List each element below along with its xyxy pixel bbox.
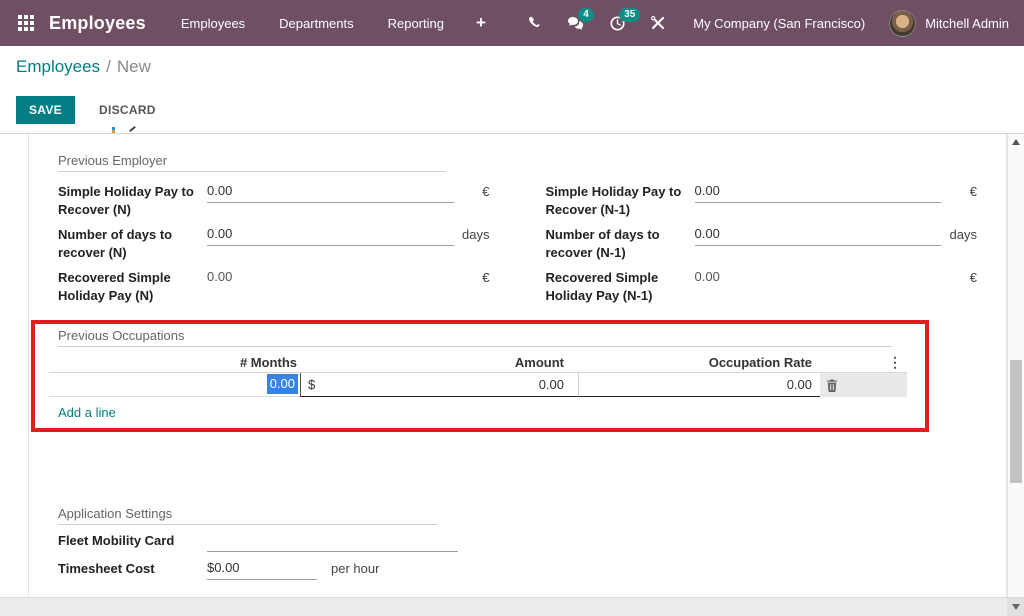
menu-employees[interactable]: Employees <box>164 2 262 45</box>
application-settings-fields: Fleet Mobility Card Timesheet Cost $0.00… <box>58 532 977 588</box>
days-to-recover-n1-input[interactable]: 0.00 <box>695 226 942 246</box>
field-label: Recovered Simple Holiday Pay (N-1) <box>546 269 695 304</box>
field-label: Fleet Mobility Card <box>58 532 207 548</box>
previous-occupations-table: # Months Amount Occupation Rate ⋮ 0.00 $… <box>49 352 907 397</box>
section-title-previous-employer: Previous Employer <box>58 153 977 168</box>
trash-icon <box>826 379 838 392</box>
amount-value: 0.00 <box>539 377 564 392</box>
field-row: Recovered Simple Holiday Pay (N-1) 0.00 … <box>546 269 978 312</box>
user-name: Mitchell Admin <box>925 16 1009 31</box>
fleet-mobility-card-input[interactable] <box>207 532 458 552</box>
section-title-application-settings: Application Settings <box>58 506 977 521</box>
vertical-scrollbar[interactable] <box>1007 134 1024 597</box>
activities-icon[interactable]: 35 <box>608 14 626 32</box>
breadcrumb-employees[interactable]: Employees <box>16 57 100 77</box>
messages-icon[interactable]: 4 <box>567 14 585 32</box>
field-label: Number of days to recover (N-1) <box>546 226 695 261</box>
currency-suffix: € <box>941 269 977 285</box>
field-label: Timesheet Cost <box>58 560 207 576</box>
recovered-pay-n1-value: 0.00 <box>695 269 942 289</box>
breadcrumb: Employees / New <box>0 46 1024 88</box>
timesheet-cost-input[interactable]: $0.00 <box>207 560 317 580</box>
unit-suffix: days <box>454 226 490 242</box>
field-row: Fleet Mobility Card <box>58 532 977 560</box>
currency-suffix: € <box>454 183 490 199</box>
previous-employer-left-col: Simple Holiday Pay to Recover (N) 0.00 €… <box>58 183 490 312</box>
phone-icon[interactable] <box>526 14 544 32</box>
scroll-up-icon[interactable] <box>1012 139 1020 145</box>
table-row: 0.00 $ 0.00 0.00 <box>49 373 907 397</box>
unit-suffix: per hour <box>331 560 977 576</box>
field-row: Timesheet Cost $0.00 per hour <box>58 560 977 588</box>
column-header-months[interactable]: # Months <box>49 355 300 370</box>
user-menu[interactable]: Mitchell Admin <box>889 10 1024 37</box>
company-switcher[interactable]: My Company (San Francisco) <box>693 16 865 31</box>
field-row: Number of days to recover (N-1) 0.00 day… <box>546 226 978 269</box>
simple-holiday-pay-n-input[interactable]: 0.00 <box>207 183 454 203</box>
field-label: Number of days to recover (N) <box>58 226 207 261</box>
field-row: Simple Holiday Pay to Recover (N-1) 0.00… <box>546 183 978 226</box>
field-label: Simple Holiday Pay to Recover (N) <box>58 183 207 218</box>
currency-suffix: € <box>941 183 977 199</box>
selected-text: 0.00 <box>267 374 298 394</box>
breadcrumb-separator: / <box>106 57 111 77</box>
field-label: Recovered Simple Holiday Pay (N) <box>58 269 207 304</box>
section-title-previous-occupations: Previous Occupations <box>58 328 925 343</box>
messages-badge: 4 <box>578 8 594 22</box>
amount-cell[interactable]: $ 0.00 <box>300 373 578 397</box>
previous-employer-right-col: Simple Holiday Pay to Recover (N-1) 0.00… <box>546 183 978 312</box>
field-row: Number of days to recover (N) 0.00 days <box>58 226 490 269</box>
previous-employer-fields: Simple Holiday Pay to Recover (N) 0.00 €… <box>58 183 977 312</box>
form-action-bar: SAVE DISCARD <box>0 92 1024 128</box>
column-header-amount[interactable]: Amount <box>300 355 578 370</box>
field-row: Simple Holiday Pay to Recover (N) 0.00 € <box>58 183 490 226</box>
days-to-recover-n-input[interactable]: 0.00 <box>207 226 454 246</box>
currency-suffix: € <box>454 269 490 285</box>
menu-reporting[interactable]: Reporting <box>371 2 461 45</box>
field-label: Simple Holiday Pay to Recover (N-1) <box>546 183 695 218</box>
previous-occupations-highlight-box: Previous Occupations # Months Amount Occ… <box>31 320 929 432</box>
occupation-rate-cell[interactable]: 0.00 <box>578 373 820 397</box>
section-separator <box>58 524 437 525</box>
plus-icon[interactable]: + <box>461 1 501 45</box>
discard-button[interactable]: DISCARD <box>90 96 165 124</box>
optional-columns-icon[interactable]: ⋮ <box>820 354 907 371</box>
form-sheet: Previous Employer Simple Holiday Pay to … <box>28 134 1007 597</box>
activities-badge: 35 <box>619 8 640 22</box>
table-header-row: # Months Amount Occupation Rate ⋮ <box>49 352 907 373</box>
menu-departments[interactable]: Departments <box>262 2 370 45</box>
top-navbar: Employees Employees Departments Reportin… <box>0 0 1024 46</box>
simple-holiday-pay-n1-input[interactable]: 0.00 <box>695 183 942 203</box>
field-row: Recovered Simple Holiday Pay (N) 0.00 € <box>58 269 490 312</box>
recovered-pay-n-value: 0.00 <box>207 269 454 289</box>
page-bottom-strip <box>0 597 1024 616</box>
scrollbar-thumb[interactable] <box>1010 360 1022 483</box>
months-cell[interactable]: 0.00 <box>49 373 300 397</box>
save-button[interactable]: SAVE <box>16 96 75 124</box>
unit-suffix: days <box>941 226 977 242</box>
avatar <box>889 10 916 37</box>
breadcrumb-current: New <box>117 57 151 77</box>
delete-row-button[interactable] <box>820 373 907 397</box>
section-separator <box>58 346 892 347</box>
app-title[interactable]: Employees <box>49 13 146 34</box>
add-a-line-link[interactable]: Add a line <box>58 405 925 420</box>
clipped-text-fragment <box>112 127 115 133</box>
currency-symbol: $ <box>308 377 315 392</box>
scroll-down-icon[interactable] <box>1007 598 1024 616</box>
odoo-employees-form: Employees Employees Departments Reportin… <box>0 0 1024 616</box>
top-menu: Employees Departments Reporting <box>164 2 461 45</box>
systray: 4 35 <box>526 14 667 32</box>
debug-tools-icon[interactable] <box>649 14 667 32</box>
apps-grid-icon[interactable] <box>18 15 34 31</box>
section-separator <box>58 171 446 172</box>
column-header-occupation-rate[interactable]: Occupation Rate <box>578 355 820 370</box>
